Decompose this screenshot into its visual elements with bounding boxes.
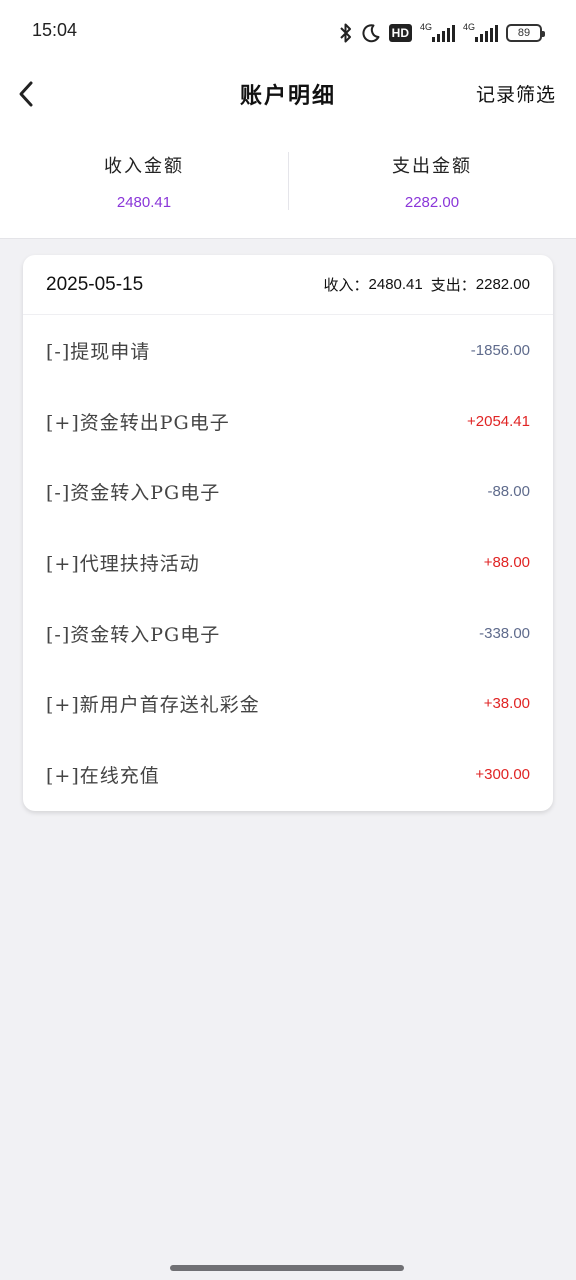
transaction-amount: +300.00	[475, 765, 530, 783]
day-record-card: 2025-05-15 收入： 2480.41 支出： 2282.00 [-]提现…	[23, 255, 553, 811]
transaction-list: [-]提现申请 -1856.00 [+]资金转出PG电子 +2054.41 [-…	[23, 315, 553, 810]
bluetooth-icon	[339, 22, 353, 44]
nav-bar: 账户明细 记录筛选	[0, 64, 576, 124]
filter-records-button[interactable]: 记录筛选	[476, 80, 556, 107]
transaction-label: [+]代理扶持活动	[46, 552, 200, 575]
income-summary: 收入金额 2480.41	[0, 140, 288, 226]
card-header: 2025-05-15 收入： 2480.41 支出： 2282.00	[23, 255, 553, 315]
day-income-value: 2480.41	[368, 276, 423, 293]
signal-1-label: 4G	[420, 22, 433, 32]
transaction-row[interactable]: [+]资金转出PG电子 +2054.41	[23, 386, 553, 457]
day-expense-value: 2282.00	[475, 276, 530, 293]
transaction-amount: -338.00	[479, 624, 530, 642]
transaction-label: [-]提现申请	[46, 340, 151, 363]
signal-icon: 4G	[420, 22, 455, 42]
status-time: 15:04	[32, 20, 78, 40]
transaction-label: [+]新用户首存送礼彩金	[46, 694, 260, 717]
day-totals: 收入： 2480.41 支出： 2282.00	[324, 274, 531, 295]
status-bar: 15:04 HD 4G 4G 89	[0, 0, 576, 64]
income-label: 收入金额	[104, 156, 184, 177]
transaction-row[interactable]: [-]资金转入PG电子 -338.00	[23, 598, 553, 669]
transaction-row[interactable]: [-]资金转入PG电子 -88.00	[23, 456, 553, 527]
transaction-label: [+]在线充值	[46, 764, 160, 787]
home-indicator[interactable]	[170, 1265, 404, 1271]
transaction-amount: +38.00	[483, 695, 530, 713]
transaction-amount: +2054.41	[467, 412, 530, 430]
transaction-label: [-]资金转入PG电子	[46, 623, 221, 646]
income-value: 2480.41	[116, 194, 172, 211]
transaction-row[interactable]: [+]在线充值 +300.00	[23, 739, 553, 810]
record-date: 2025-05-15	[46, 273, 144, 295]
transaction-amount: -1856.00	[470, 341, 530, 359]
transaction-label: [-]资金转入PG电子	[46, 482, 221, 505]
expense-summary: 支出金额 2282.00	[288, 140, 576, 226]
day-income-label: 收入：	[323, 276, 369, 294]
moon-icon	[361, 23, 381, 43]
transaction-amount: +88.00	[483, 553, 530, 571]
summary-panel: 收入金额 2480.41 支出金额 2282.00	[0, 140, 576, 226]
status-icons: HD 4G 4G 89	[339, 20, 545, 46]
transaction-label: [+]资金转出PG电子	[46, 411, 230, 434]
signal-2-label: 4G	[463, 22, 476, 32]
battery-icon: 89	[506, 24, 545, 42]
transaction-row[interactable]: [-]提现申请 -1856.00	[23, 315, 553, 386]
transaction-row[interactable]: [+]新用户首存送礼彩金 +38.00	[23, 668, 553, 739]
transaction-row[interactable]: [+]代理扶持活动 +88.00	[23, 527, 553, 598]
day-expense-label: 支出：	[430, 276, 476, 294]
transaction-amount: -88.00	[487, 483, 530, 501]
hd-icon: HD	[388, 24, 412, 42]
expense-label: 支出金额	[392, 156, 472, 177]
signal-icon-2: 4G	[463, 22, 498, 42]
expense-value: 2282.00	[404, 194, 460, 211]
